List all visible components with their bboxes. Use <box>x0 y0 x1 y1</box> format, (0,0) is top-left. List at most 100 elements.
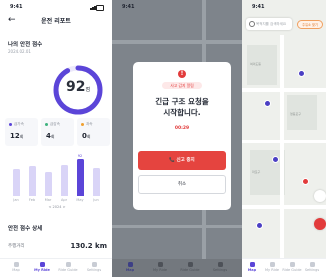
distance-label: 주행거리 <box>8 244 25 249</box>
battery-icon <box>96 5 104 11</box>
status-bar: 9:41 <box>252 4 318 12</box>
status-time: 9:41 <box>122 4 135 10</box>
card-hard-brake[interactable]: 급감속 4회 <box>41 118 74 146</box>
map-screen: 여의도동 영등포구 마포구 9:41 목적지를 검색하세요 주유소 찾기 Map… <box>242 0 326 277</box>
card-value: 4회 <box>46 132 55 140</box>
tab-my-ride[interactable]: My Ride <box>262 262 282 272</box>
tab-ride-guide[interactable]: Ride Guide <box>58 262 78 272</box>
map-icon <box>13 262 19 267</box>
status-bar: 9:41 <box>122 4 234 12</box>
map-icon <box>249 262 255 267</box>
card-dot-icon <box>45 123 48 126</box>
report-screen: 9:41 ← 운전 리포트 나의 안전 점수 2024.02.01 92점 급가… <box>0 0 113 277</box>
guide-icon <box>65 262 71 267</box>
chart-x-labels: Jan Feb Mar Apr May Jun <box>8 198 104 204</box>
map-area-label: 영등포구 <box>290 112 302 116</box>
alert-icon: ! <box>178 70 186 78</box>
score-label: 나의 안전 점수 <box>8 42 43 48</box>
chart-bar <box>60 164 68 196</box>
monthly-score-chart: 92 <box>8 152 104 196</box>
current-location-icon[interactable] <box>314 190 326 202</box>
map-road <box>242 88 326 92</box>
tab-map[interactable]: Map <box>6 262 26 272</box>
period-selector[interactable]: < 2024 > <box>44 205 70 209</box>
card-dot-icon <box>81 123 84 126</box>
gas-station-chip[interactable]: 주유소 찾기 <box>297 20 323 29</box>
card-label: 과속 <box>86 122 93 126</box>
gear-icon <box>309 262 315 267</box>
score-number: 92 <box>65 79 86 95</box>
chart-bar <box>76 159 84 196</box>
chart-bar <box>92 168 100 196</box>
tab-settings[interactable]: Settings <box>84 262 104 272</box>
chart-tick-label: Jan <box>13 198 19 202</box>
map-road <box>242 205 326 209</box>
status-time: 9:41 <box>10 4 23 10</box>
gear-icon <box>91 262 97 267</box>
tab-settings[interactable]: Settings <box>210 262 230 272</box>
gear-icon <box>217 262 223 267</box>
guide-icon <box>187 262 193 267</box>
chart-tick-label: Mar <box>44 198 52 202</box>
map-pin-icon[interactable] <box>302 178 309 185</box>
card-value: 12회 <box>10 132 24 140</box>
sos-button-icon[interactable] <box>314 218 326 230</box>
search-icon <box>249 21 255 27</box>
chart-tick-label: Feb <box>28 198 36 202</box>
card-dot-icon <box>9 123 12 126</box>
score-date: 2024.02.01 <box>8 49 31 54</box>
chart-tick-label: May <box>76 198 84 202</box>
emergency-dialog: ! 사고 감지 알림 긴급 구조 요청을 시작합니다. 00:29 📞 신고 중… <box>133 62 231 210</box>
score-value: 92점 <box>60 79 96 95</box>
map-road <box>112 40 242 44</box>
tab-ride-guide[interactable]: Ride Guide <box>180 262 200 272</box>
map-road <box>112 225 242 228</box>
map-area-label: 여의도동 <box>250 62 262 66</box>
status-time: 9:41 <box>252 4 265 10</box>
chart-tick-label: Jun <box>93 198 99 202</box>
map-pin-icon[interactable] <box>298 70 305 77</box>
chart-bar <box>12 168 20 196</box>
dialog-title: 긴급 구조 요청을 시작합니다. <box>155 97 209 117</box>
distance-value: 130.2 km <box>70 242 107 250</box>
tab-settings[interactable]: Settings <box>302 262 322 272</box>
card-hard-accel[interactable]: 급가속 12회 <box>5 118 38 146</box>
map-area-label: 마포구 <box>252 170 261 174</box>
stop-report-button[interactable]: 📞 신고 중지 <box>138 151 226 170</box>
car-icon <box>39 262 45 267</box>
accident-badge: 사고 감지 알림 <box>162 82 202 89</box>
map-pin-icon[interactable] <box>256 222 263 229</box>
cancel-button[interactable]: 취소 <box>138 175 226 194</box>
tab-my-ride[interactable]: My Ride <box>150 262 170 272</box>
countdown-timer: 00:29 <box>174 126 190 131</box>
tab-map[interactable]: Map <box>120 262 140 272</box>
search-placeholder: 목적지를 검색하세요 <box>256 21 287 26</box>
score-unit: 점 <box>85 87 91 93</box>
section-title: 안전 점수 상세 <box>8 226 43 232</box>
card-label: 급가속 <box>14 122 24 126</box>
tab-ride-guide[interactable]: Ride Guide <box>282 262 302 272</box>
card-label: 급감속 <box>50 122 60 126</box>
map-pin-icon[interactable] <box>272 156 279 163</box>
chart-tick-label: Apr <box>60 198 68 202</box>
tab-my-ride[interactable]: My Ride <box>32 262 52 272</box>
chart-bar <box>28 166 36 196</box>
status-bar: 9:41 <box>10 4 104 12</box>
map-road <box>280 35 284 277</box>
car-icon <box>269 262 275 267</box>
tab-bar: Map My Ride Ride Guide Settings <box>112 259 242 277</box>
map-pin-icon[interactable] <box>264 100 271 107</box>
card-value: 0회 <box>82 132 91 140</box>
status-icons <box>90 5 104 11</box>
search-input[interactable]: 목적지를 검색하세요 <box>246 18 292 30</box>
chart-bar <box>44 172 52 196</box>
emergency-screen: 9:41 ! 사고 감지 알림 긴급 구조 요청을 시작합니다. 00:29 📞… <box>112 0 242 277</box>
event-cards: 급가속 12회 급감속 4회 과속 0회 <box>5 118 110 146</box>
card-speeding[interactable]: 과속 0회 <box>77 118 110 146</box>
guide-icon <box>289 262 295 267</box>
tab-map[interactable]: Map <box>242 262 262 272</box>
map-road <box>242 140 326 143</box>
map-icon <box>127 262 133 267</box>
chart-peak-label: 92 <box>77 154 83 159</box>
page-title: 운전 리포트 <box>41 18 71 25</box>
